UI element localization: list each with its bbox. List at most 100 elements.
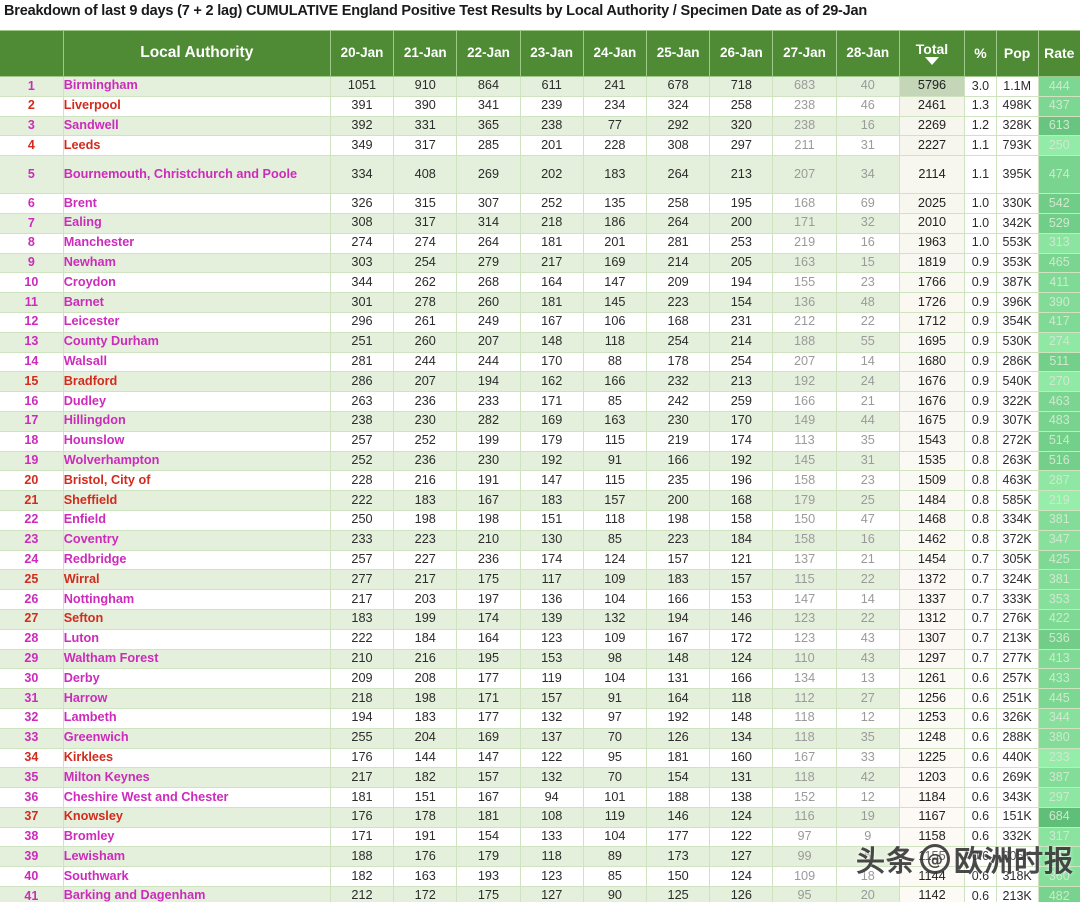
cell-local-authority[interactable]: Sheffield bbox=[62, 490, 331, 511]
cell-local-authority[interactable]: Nottingham bbox=[62, 589, 331, 610]
table-row[interactable]: 16 Dudley 263 236 233 171 85 242 259 166 21 1676 0.9… bbox=[0, 391, 1080, 412]
cell-local-authority[interactable]: Liverpool bbox=[62, 95, 331, 117]
cell-local-authority[interactable]: Cheshire West and Chester bbox=[62, 787, 331, 808]
cell-local-authority[interactable]: Enfield bbox=[62, 509, 331, 531]
cell-day-8: 22 bbox=[835, 311, 900, 333]
column-header-local-authority[interactable]: Local Authority bbox=[62, 30, 331, 77]
column-header-day-4[interactable]: 24-Jan bbox=[582, 30, 648, 77]
cell-local-authority[interactable]: Redbridge bbox=[62, 549, 331, 571]
cell-local-authority[interactable]: Leeds bbox=[62, 135, 331, 157]
table-row[interactable]: 15 Bradford 286 207 194 162 166 232 213 192 24 1676… bbox=[0, 371, 1080, 393]
table-row[interactable]: 12 Leicester 296 261 249 167 106 168 231 212 22 171… bbox=[0, 311, 1080, 333]
cell-local-authority[interactable]: Coventry bbox=[62, 529, 331, 551]
table-row[interactable]: 33 Greenwich 255 204 169 137 70 126 134 118 35 1248… bbox=[0, 727, 1080, 749]
table-row[interactable]: 10 Croydon 344 262 268 164 147 209 194 155 23 1766 0… bbox=[0, 272, 1080, 294]
table-row[interactable]: 1 Birmingham 1051 910 864 611 241 678 718 683 40 57… bbox=[0, 76, 1080, 97]
column-header-day-6[interactable]: 26-Jan bbox=[709, 30, 774, 77]
cell-local-authority[interactable]: Wolverhampton bbox=[62, 450, 331, 472]
cell-local-authority[interactable]: Knowsley bbox=[62, 806, 331, 828]
column-header-total[interactable]: Total bbox=[898, 30, 966, 77]
table-row[interactable]: 2 Liverpool 391 390 341 239 234 324 258 238 46 2461… bbox=[0, 95, 1080, 117]
cell-local-authority[interactable]: Ealing bbox=[62, 212, 331, 234]
table-row[interactable]: 37 Knowsley 176 178 181 108 119 146 124 116 19 1167… bbox=[0, 806, 1080, 828]
table-row[interactable]: 35 Milton Keynes 217 182 157 132 70 154 131 118 42… bbox=[0, 767, 1080, 789]
table-row[interactable]: 24 Redbridge 257 227 236 174 124 157 121 137 21 145… bbox=[0, 549, 1080, 571]
cell-local-authority[interactable]: County Durham bbox=[62, 331, 331, 353]
column-header-day-7[interactable]: 27-Jan bbox=[772, 30, 837, 77]
cell-local-authority[interactable]: Birmingham bbox=[62, 76, 331, 97]
cell-day-8: 31 bbox=[835, 135, 900, 157]
cell-local-authority[interactable]: Luton bbox=[62, 628, 331, 650]
cell-local-authority[interactable]: Hounslow bbox=[62, 430, 331, 452]
cell-local-authority[interactable]: Dudley bbox=[62, 391, 331, 412]
table-row[interactable]: 36 Cheshire West and Chester 181 151 167 94 10… bbox=[0, 787, 1080, 808]
table-row[interactable]: 41 Barking and Dagenham 212 172 175 127 90 125 1… bbox=[0, 886, 1080, 902]
cell-local-authority[interactable]: Milton Keynes bbox=[62, 767, 331, 789]
table-row[interactable]: 11 Barnet 301 278 260 181 145 223 154 136 48 1726 0.… bbox=[0, 292, 1080, 313]
column-header-day-1[interactable]: 21-Jan bbox=[393, 30, 458, 77]
cell-local-authority[interactable]: Sefton bbox=[62, 608, 331, 630]
table-row[interactable]: 19 Wolverhampton 252 236 230 192 91 166 192 145 31… bbox=[0, 450, 1080, 472]
table-row[interactable]: 34 Kirklees 176 144 147 122 95 181 160 167 33 1225 0… bbox=[0, 747, 1080, 769]
cell-local-authority[interactable]: Leicester bbox=[62, 311, 331, 333]
cell-local-authority[interactable]: Bradford bbox=[62, 371, 331, 393]
cell-local-authority[interactable]: Hillingdon bbox=[62, 410, 331, 432]
cell-local-authority[interactable]: Barnet bbox=[62, 292, 331, 313]
cell-local-authority[interactable]: Lewisham bbox=[62, 846, 331, 868]
table-row[interactable]: 3 Sandwell 392 331 365 238 77 292 320 238 16 2269 1.… bbox=[0, 115, 1080, 137]
table-row[interactable]: 26 Nottingham 217 203 197 136 104 166 153 147 14 13… bbox=[0, 589, 1080, 610]
cell-local-authority[interactable]: Waltham Forest bbox=[62, 648, 331, 670]
cell-local-authority[interactable]: Wirral bbox=[62, 569, 331, 591]
table-row[interactable]: 27 Sefton 183 199 174 139 132 194 146 123 22 1312 0.… bbox=[0, 608, 1080, 630]
column-header-pop[interactable]: Pop bbox=[995, 30, 1039, 77]
cell-local-authority[interactable]: Harrow bbox=[62, 688, 331, 709]
table-row[interactable]: 7 Ealing 308 317 314 218 186 264 200 171 32 2010 1.0… bbox=[0, 212, 1080, 234]
table-row[interactable]: 32 Lambeth 194 183 177 132 97 192 148 118 12 1253 0.… bbox=[0, 707, 1080, 729]
table-row[interactable]: 23 Coventry 233 223 210 130 85 223 184 158 16 1462 0… bbox=[0, 529, 1080, 551]
table-row[interactable]: 38 Bromley 171 191 154 133 104 177 122 97 9 1158 0.6… bbox=[0, 826, 1080, 848]
table-row[interactable]: 25 Wirral 277 217 175 117 109 183 157 115 22 1372 0.… bbox=[0, 569, 1080, 591]
table-row[interactable]: 29 Waltham Forest 210 216 195 153 98 148 124 110 4… bbox=[0, 648, 1080, 670]
table-row[interactable]: 4 Leeds 349 317 285 201 228 308 297 211 31 2227 1.1 7… bbox=[0, 135, 1080, 157]
table-row[interactable]: 5 Bournemouth, Christchurch and Poole 334 4… bbox=[0, 155, 1080, 195]
cell-local-authority[interactable]: Manchester bbox=[62, 232, 331, 254]
cell-local-authority[interactable]: Bournemouth, Christchurch and Poole bbox=[62, 155, 331, 195]
column-header-day-3[interactable]: 23-Jan bbox=[519, 30, 584, 77]
cell-local-authority[interactable]: Barking and Dagenham bbox=[62, 886, 331, 902]
table-row[interactable]: 28 Luton 222 184 164 123 109 167 172 123 43 1307 0.7… bbox=[0, 628, 1080, 650]
cell-local-authority[interactable]: Derby bbox=[62, 668, 331, 690]
table-row[interactable]: 18 Hounslow 257 252 199 179 115 219 174 113 35 1543… bbox=[0, 430, 1080, 452]
column-header-rank[interactable] bbox=[0, 30, 64, 77]
column-header-day-8[interactable]: 28-Jan bbox=[835, 30, 900, 77]
cell-local-authority[interactable]: Greenwich bbox=[62, 727, 331, 749]
cell-local-authority[interactable]: Kirklees bbox=[62, 747, 331, 769]
table-row[interactable]: 39 Lewisham 188 176 179 118 89 173 127 99 5 1155 0.6… bbox=[0, 846, 1080, 868]
column-header-day-0[interactable]: 20-Jan bbox=[329, 30, 395, 77]
table-row[interactable]: 14 Walsall 281 244 244 170 88 178 254 207 14 1680 0.… bbox=[0, 351, 1080, 373]
column-header-day-5[interactable]: 25-Jan bbox=[645, 30, 711, 77]
column-header-day-2[interactable]: 22-Jan bbox=[456, 30, 521, 77]
table-row[interactable]: 22 Enfield 250 198 198 151 118 198 158 150 47 1468 0… bbox=[0, 509, 1080, 531]
table-row[interactable]: 8 Manchester 274 274 264 181 201 281 253 219 16 196… bbox=[0, 232, 1080, 254]
table-row[interactable]: 20 Bristol, City of 228 216 191 147 115 235 196 1… bbox=[0, 470, 1080, 492]
cell-local-authority[interactable]: Walsall bbox=[62, 351, 331, 373]
column-header-rate[interactable]: Rate bbox=[1037, 30, 1080, 77]
table-body: 1 Birmingham 1051 910 864 611 241 678 718 683 40 57… bbox=[0, 76, 1080, 902]
cell-local-authority[interactable]: Brent bbox=[62, 193, 331, 214]
column-header-percent[interactable]: % bbox=[964, 30, 997, 77]
table-row[interactable]: 6 Brent 326 315 307 252 135 258 195 168 69 2025 1.0 3… bbox=[0, 193, 1080, 214]
cell-local-authority[interactable]: Croydon bbox=[62, 272, 331, 294]
table-row[interactable]: 30 Derby 209 208 177 119 104 131 166 134 13 1261 0.6… bbox=[0, 668, 1080, 690]
table-row[interactable]: 31 Harrow 218 198 171 157 91 164 118 112 27 1256 0.6… bbox=[0, 688, 1080, 709]
table-row[interactable]: 40 Southwark 182 163 193 123 85 150 124 109 18 1144… bbox=[0, 866, 1080, 888]
cell-local-authority[interactable]: Lambeth bbox=[62, 707, 331, 729]
cell-local-authority[interactable]: Sandwell bbox=[62, 115, 331, 137]
cell-local-authority[interactable]: Southwark bbox=[62, 866, 331, 888]
cell-local-authority[interactable]: Bromley bbox=[62, 826, 331, 848]
table-row[interactable]: 21 Sheffield 222 183 167 183 157 200 168 179 25 148… bbox=[0, 490, 1080, 511]
cell-local-authority[interactable]: Newham bbox=[62, 252, 331, 274]
table-row[interactable]: 9 Newham 303 254 279 217 169 214 205 163 15 1819 0.9… bbox=[0, 252, 1080, 274]
table-row[interactable]: 13 County Durham 251 260 207 148 118 254 214 188 5… bbox=[0, 331, 1080, 353]
cell-local-authority[interactable]: Bristol, City of bbox=[62, 470, 331, 492]
table-row[interactable]: 17 Hillingdon 238 230 282 169 163 230 170 149 44 16… bbox=[0, 410, 1080, 432]
